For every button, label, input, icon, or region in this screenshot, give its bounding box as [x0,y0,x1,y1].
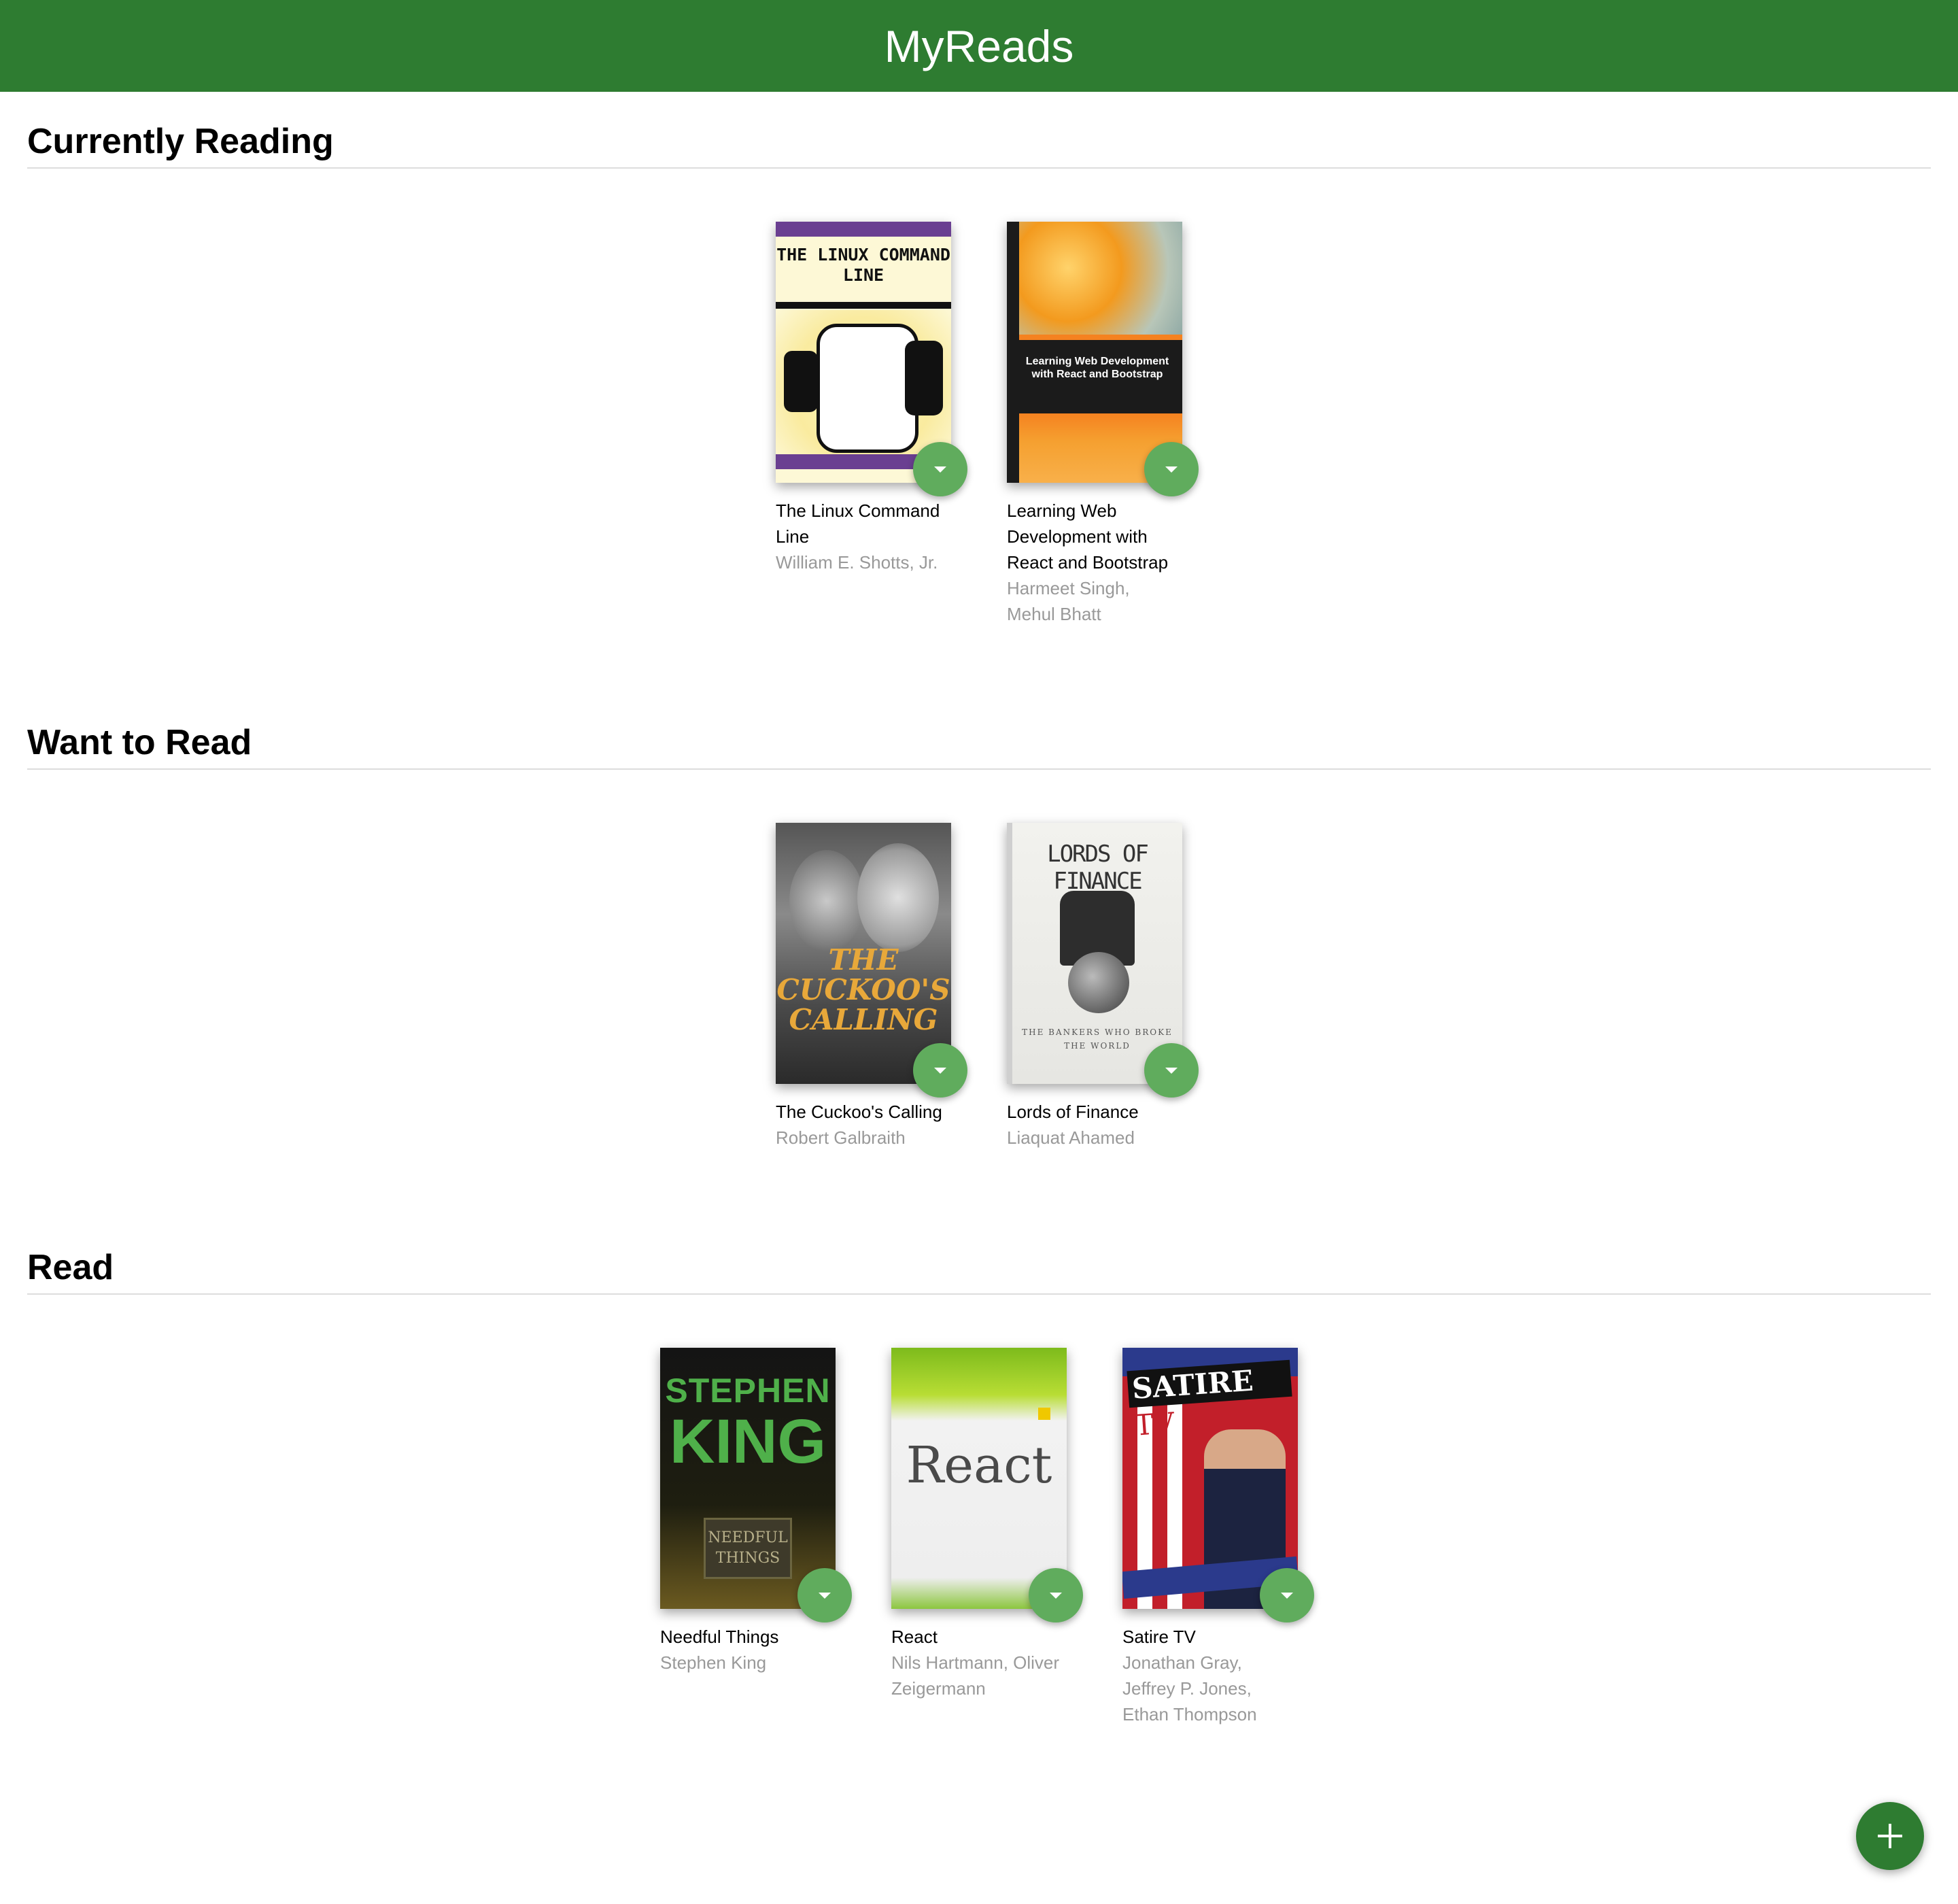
robot-illustration [817,324,918,453]
book-cover[interactable]: SATIRE TV [1122,1348,1298,1609]
cover-title: LORDS OF FINANCE [1047,840,1149,895]
caret-down-icon [1050,1592,1062,1599]
shelf-title: Read [27,1248,114,1287]
shelf-divider [27,167,1931,169]
shelf-divider [27,1293,1931,1295]
book-cover[interactable]: THE CUCKOO'S CALLING [776,823,951,1084]
book-grid: STEPHEN KING NEEDFUL THINGS Needful Thin… [27,1348,1931,1727]
shelf-changer-button[interactable] [797,1568,852,1622]
book-grid: THE CUCKOO'S CALLING The Cuckoo's Callin… [27,823,1931,1151]
book-title: Satire TV [1122,1627,1196,1647]
cover-sign: NEEDFUL THINGS [704,1518,792,1579]
book-item: STEPHEN KING NEEDFUL THINGS Needful Thin… [660,1348,852,1727]
caret-down-icon [1165,1067,1178,1074]
book-item: React React Nils Hartmann, Oliver Zeiger… [891,1348,1083,1727]
shelf-changer-button[interactable] [1260,1568,1314,1622]
book-item: THE CUCKOO'S CALLING The Cuckoo's Callin… [776,823,967,1151]
book-authors: Robert Galbraith [776,1127,906,1148]
add-book-button[interactable] [1856,1802,1924,1870]
shelf-divider [27,768,1931,770]
cover-title: Learning Web Development with React and … [1025,356,1169,380]
shelf-changer-button[interactable] [913,442,967,496]
book-authors: Liaquat Ahamed [1007,1127,1135,1148]
book-authors: Nils Hartmann, Oliver Zeigermann [891,1652,1060,1699]
cover-title: STEPHEN [665,1372,831,1410]
app-bar: MyReads [0,0,1958,92]
shelf-currently-reading: Currently Reading THE LINUX COMMAND LINE… [27,122,1931,624]
shelf-read: Read STEPHEN KING NEEDFUL THINGS Needful… [27,1248,1931,1724]
plus-icon [1878,1824,1902,1848]
book-title: The Linux Command Line [776,500,940,547]
book-cover[interactable]: LORDS OF FINANCE THE BANKERS WHO BROKE T… [1007,823,1182,1084]
shelf-title: Want to Read [27,723,252,762]
book-item: Learning Web Development with React and … [1007,222,1199,627]
cover-title: React [906,1436,1052,1495]
book-cover[interactable]: Learning Web Development with React and … [1007,222,1182,483]
book-authors: Stephen King [660,1652,767,1673]
caret-down-icon [1281,1592,1293,1599]
app-title: MyReads [884,20,1074,71]
caret-down-icon [934,466,946,473]
caret-down-icon [1165,466,1178,473]
book-cover[interactable]: React [891,1348,1067,1609]
shelf-want-to-read: Want to Read THE CUCKOO'S CALLING The Cu… [27,723,1931,1148]
book-title: React [891,1627,938,1647]
book-authors: William E. Shotts, Jr. [776,552,938,573]
book-cover[interactable]: THE LINUX COMMAND LINE [776,222,951,483]
shelf-changer-button[interactable] [1144,442,1199,496]
caret-down-icon [819,1592,831,1599]
book-title: Lords of Finance [1007,1102,1139,1122]
cover-title: KING [670,1407,826,1476]
book-authors: Harmeet Singh, Mehul Bhatt [1007,578,1130,624]
book-authors: Jonathan Gray, Jeffrey P. Jones, Ethan T… [1122,1652,1257,1724]
book-cover[interactable]: STEPHEN KING NEEDFUL THINGS [660,1348,836,1609]
caret-down-icon [934,1067,946,1074]
book-title: Learning Web Development with React and … [1007,500,1169,573]
book-item: THE LINUX COMMAND LINE The Linux Command… [776,222,967,627]
book-item: SATIRE TV Satire TV Jonathan Gray, Jeffr… [1122,1348,1314,1727]
book-title: Needful Things [660,1627,779,1647]
shelf-changer-button[interactable] [1144,1043,1199,1098]
book-item: LORDS OF FINANCE THE BANKERS WHO BROKE T… [1007,823,1199,1151]
book-grid: THE LINUX COMMAND LINE The Linux Command… [27,222,1931,627]
book-title: The Cuckoo's Calling [776,1102,942,1122]
shelf-title: Currently Reading [27,122,334,161]
cover-title: THE LINUX COMMAND LINE [776,245,950,285]
cover-title: THE CUCKOO'S CALLING [776,943,950,1036]
shelf-changer-button[interactable] [1029,1568,1083,1622]
shelf-changer-button[interactable] [913,1043,967,1098]
